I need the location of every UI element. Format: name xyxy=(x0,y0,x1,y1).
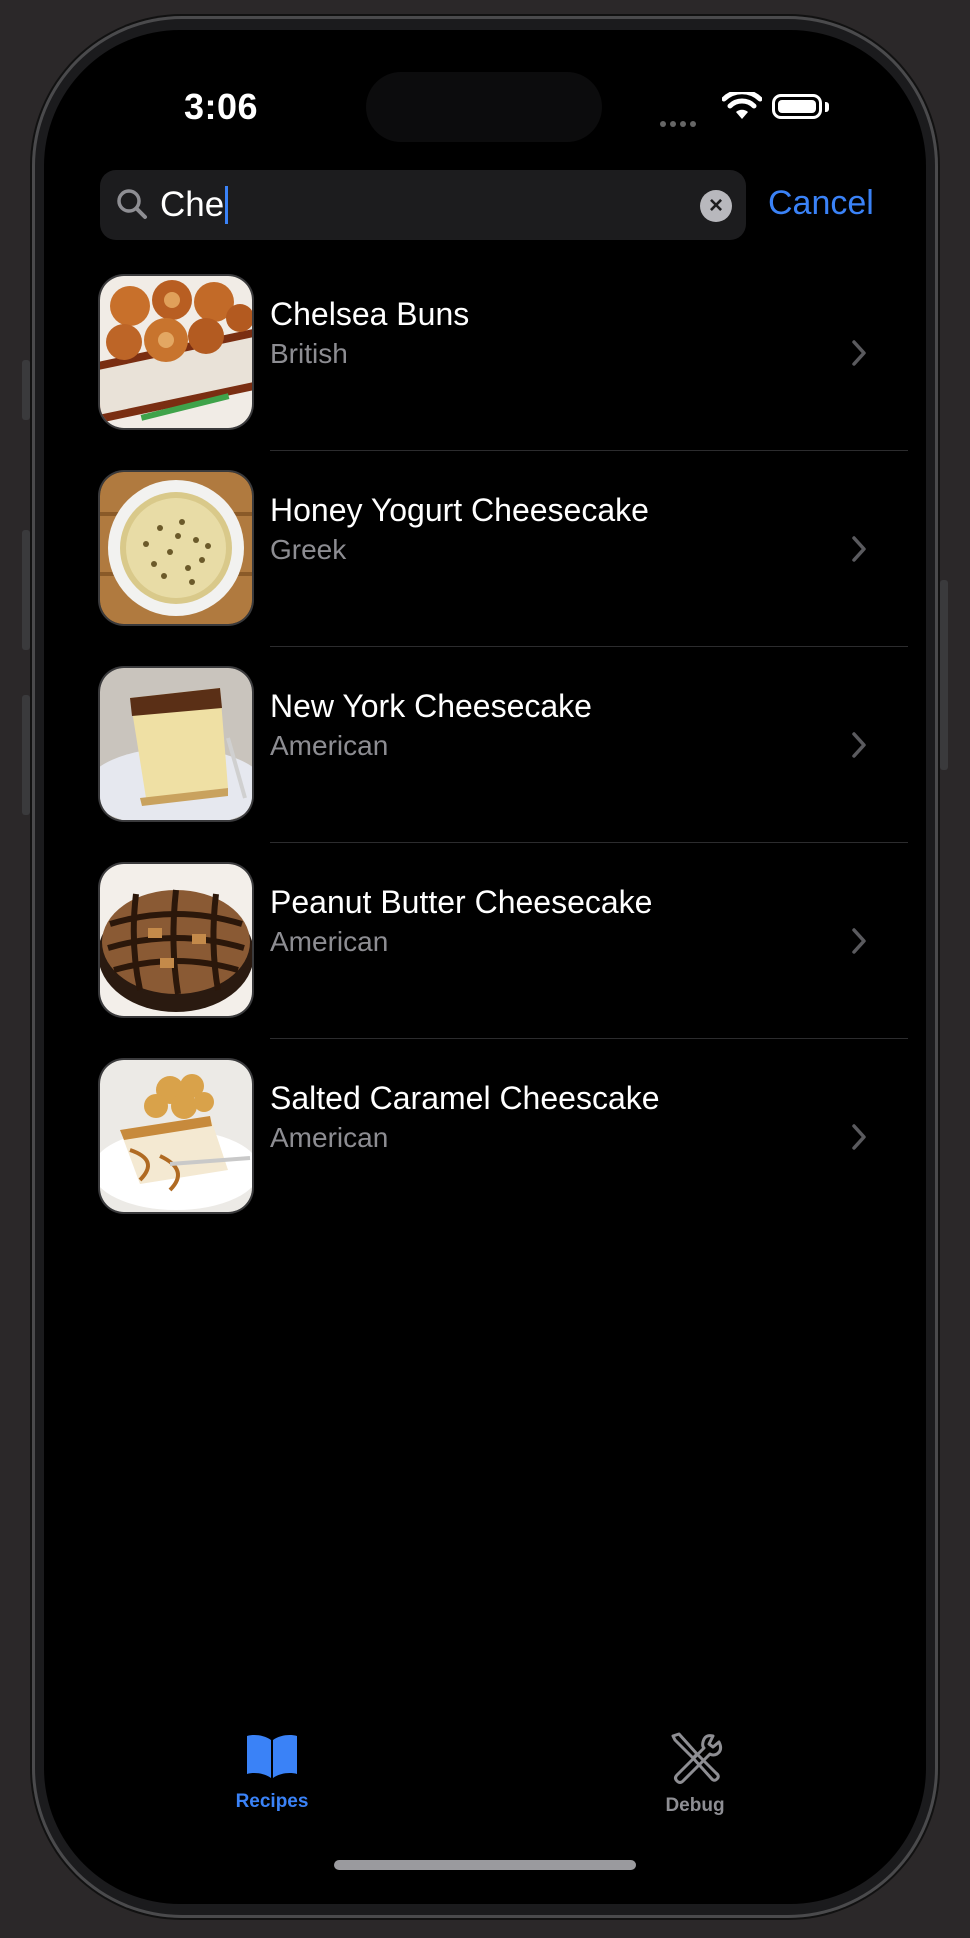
wrench-screwdriver-icon xyxy=(671,1732,723,1784)
tab-debug[interactable]: Debug xyxy=(615,1732,775,1817)
recipe-cuisine: American xyxy=(270,926,389,957)
chevron-right-icon xyxy=(852,732,866,758)
cellular-dots-icon xyxy=(660,114,700,132)
recipe-title: Peanut Butter Cheesecake xyxy=(270,884,653,920)
divider xyxy=(270,646,908,647)
tab-bar: Recipes Debug xyxy=(0,1732,970,1852)
chevron-right-icon xyxy=(852,536,866,562)
battery-tip xyxy=(825,102,829,112)
divider xyxy=(270,450,908,451)
recipe-cuisine: American xyxy=(270,1122,389,1153)
wifi-icon xyxy=(722,92,762,119)
search-bar[interactable]: Che × xyxy=(100,170,746,240)
status-time: 3:06 xyxy=(184,86,259,127)
recipe-cuisine: American xyxy=(270,730,389,761)
tab-label: Debug xyxy=(665,1795,725,1816)
cancel-button[interactable]: Cancel xyxy=(768,184,874,223)
home-indicator[interactable] xyxy=(334,1860,636,1870)
list-item[interactable]: Peanut Butter Cheesecake American xyxy=(0,864,970,1060)
battery-icon xyxy=(772,94,822,119)
list-item[interactable]: Chelsea Buns British xyxy=(0,276,970,472)
list-item[interactable]: Honey Yogurt Cheesecake Greek xyxy=(0,472,970,668)
recipe-title: New York Cheesecake xyxy=(270,688,592,724)
clear-search-icon[interactable]: × xyxy=(700,190,732,222)
recipe-title: Chelsea Buns xyxy=(270,296,470,332)
recipe-cuisine: British xyxy=(270,338,348,369)
chevron-right-icon xyxy=(852,928,866,954)
recipe-thumbnail xyxy=(100,1060,252,1212)
search-query: Che xyxy=(160,185,225,224)
recipe-cuisine: Greek xyxy=(270,534,347,565)
recipe-thumbnail xyxy=(100,864,252,1016)
tab-recipes[interactable]: Recipes xyxy=(192,1732,352,1813)
book-icon xyxy=(247,1735,297,1778)
recipe-title: Honey Yogurt Cheesecake xyxy=(270,492,649,528)
chevron-right-icon xyxy=(852,1124,866,1150)
text-cursor xyxy=(225,186,229,224)
dynamic-island xyxy=(366,72,602,142)
list-item[interactable]: New York Cheesecake American xyxy=(0,668,970,864)
recipe-thumbnail xyxy=(100,472,252,624)
search-input[interactable]: Che xyxy=(160,185,229,224)
divider xyxy=(270,842,908,843)
search-icon xyxy=(117,189,147,219)
recipe-thumbnail xyxy=(100,276,252,428)
divider xyxy=(270,1038,908,1039)
status-icons xyxy=(660,90,830,127)
chevron-right-icon xyxy=(852,340,866,366)
tab-label: Recipes xyxy=(235,1791,309,1812)
list-item[interactable]: Salted Caramel Cheescake American xyxy=(0,1060,970,1256)
recipe-title: Salted Caramel Cheescake xyxy=(270,1080,660,1116)
recipe-thumbnail xyxy=(100,668,252,820)
results-list: Chelsea Buns British Honey Yogurt Cheese… xyxy=(0,276,970,1256)
